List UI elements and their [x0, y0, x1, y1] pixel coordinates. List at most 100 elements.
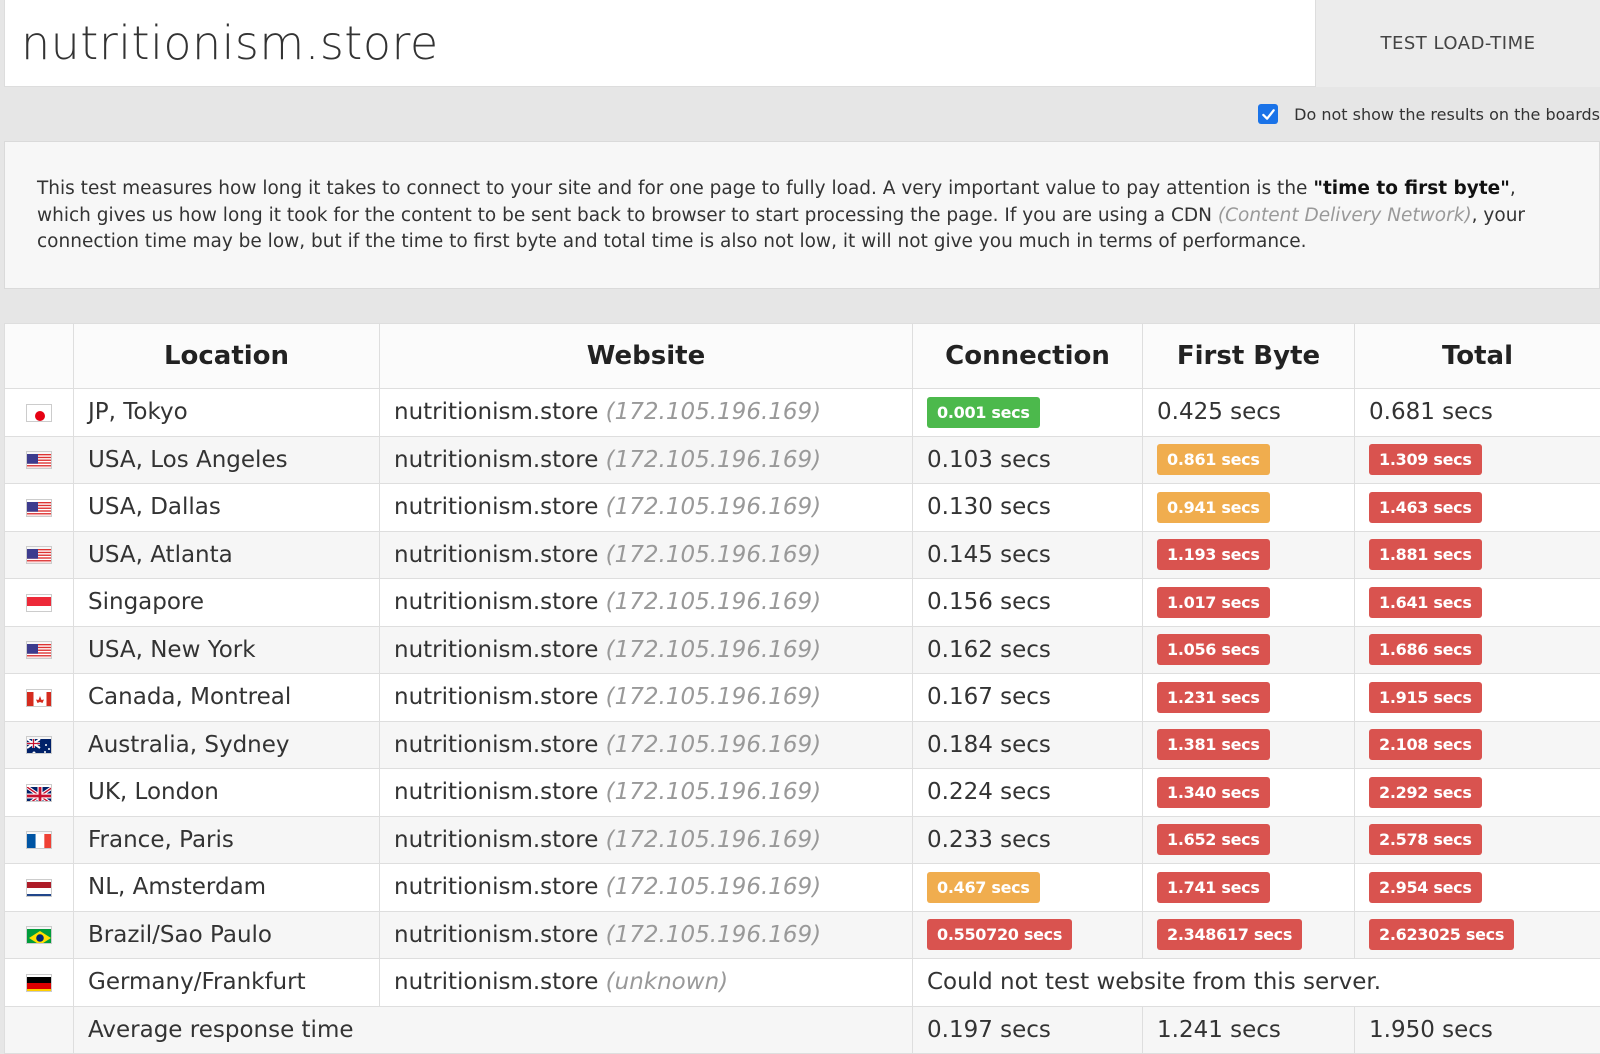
location-cell: France, Paris	[73, 815, 380, 864]
location-cell: Canada, Montreal	[73, 673, 380, 722]
location-cell: Singapore	[73, 578, 380, 627]
ca-flag-icon	[26, 688, 52, 707]
website-ip: (172.105.196.169)	[605, 494, 822, 521]
connection-value: 0.145 secs	[927, 541, 1051, 568]
location-cell: USA, Atlanta	[73, 530, 380, 579]
info-panel: This test measures how long it takes to …	[4, 141, 1600, 289]
first-byte-value: 1.017 secs	[1157, 586, 1270, 618]
first-byte-value: 1.231 secs	[1157, 681, 1270, 713]
total-value: 2.623025 secs	[1369, 919, 1515, 951]
table-row: USA, Dallas nutritionism.store (172.105.1…	[4, 483, 1600, 532]
total-cell: 0.681 secs	[1354, 388, 1600, 437]
connection-value: 0.167 secs	[927, 684, 1051, 711]
website-cell: nutritionism.store (172.105.196.169)	[379, 720, 913, 769]
first-byte-cell: 1.017 secs	[1142, 578, 1355, 627]
hide-results-label: Do not show the results on the boards	[1294, 104, 1600, 124]
uk-flag-icon	[26, 783, 52, 802]
location-cell: USA, Los Angeles	[73, 435, 380, 484]
website-cell: nutritionism.store (172.105.196.169)	[379, 910, 913, 959]
average-row: Average response time 0.197 secs 1.241 sec…	[4, 1005, 1600, 1054]
total-value: 1.309 secs	[1369, 444, 1482, 476]
first-byte-cell: 0.425 secs	[1142, 388, 1355, 437]
connection-cell: 0.145 secs	[912, 530, 1143, 579]
website-ip: (unknown)	[605, 969, 729, 996]
total-value: 0.681 secs	[1369, 399, 1493, 426]
connection-cell: 0.103 secs	[912, 435, 1143, 484]
website-domain: nutritionism.store	[394, 494, 599, 521]
website-header: Website	[379, 323, 913, 389]
total-cell: 1.881 secs	[1354, 530, 1600, 579]
first-byte-value: 1.193 secs	[1157, 539, 1270, 571]
connection-value: 0.130 secs	[927, 494, 1051, 521]
flag-cell	[4, 673, 74, 722]
website-domain: nutritionism.store	[394, 684, 599, 711]
average-total: 1.950 secs	[1354, 1005, 1600, 1054]
info-bold-term: "time to first byte"	[1313, 178, 1510, 199]
flag-cell	[4, 815, 74, 864]
website-domain: nutritionism.store	[394, 636, 599, 663]
table-row: USA, Atlanta nutritionism.store (172.105.…	[4, 530, 1600, 579]
website-domain: nutritionism.store	[394, 446, 599, 473]
de-flag-icon	[26, 973, 52, 992]
total-value: 1.915 secs	[1369, 681, 1482, 713]
br-flag-icon	[26, 926, 52, 945]
connection-value: 0.467 secs	[927, 871, 1040, 903]
first-byte-cell: 1.652 secs	[1142, 815, 1355, 864]
website-cell: nutritionism.store (172.105.196.169)	[379, 388, 913, 437]
connection-cell: 0.130 secs	[912, 483, 1143, 532]
website-cell: nutritionism.store (172.105.196.169)	[379, 625, 913, 674]
location-cell: USA, New York	[73, 625, 380, 674]
total-cell: 2.578 secs	[1354, 815, 1600, 864]
first-byte-cell: 2.348617 secs	[1142, 910, 1355, 959]
website-cell: nutritionism.store (172.105.196.169)	[379, 530, 913, 579]
website-cell: nutritionism.store (172.105.196.169)	[379, 863, 913, 912]
total-value: 1.881 secs	[1369, 539, 1482, 571]
jp-flag-icon	[26, 403, 52, 422]
total-value: 1.641 secs	[1369, 586, 1482, 618]
hide-results-option[interactable]: Do not show the results on the boards	[1258, 101, 1600, 127]
connection-value: 0.001 secs	[927, 396, 1040, 428]
table-row: NL, Amsterdam nutritionism.store (172.105…	[4, 863, 1600, 912]
table-header-row: Location Website Connection First Byte T…	[4, 323, 1600, 389]
total-value: 2.108 secs	[1369, 729, 1482, 761]
test-load-time-button[interactable]: TEST LOAD-TIME	[1316, 0, 1600, 87]
first-byte-cell: 0.941 secs	[1142, 483, 1355, 532]
url-input[interactable]	[4, 0, 1316, 87]
connection-cell: 0.156 secs	[912, 578, 1143, 627]
table-row: UK, London nutritionism.store (172.105.19…	[4, 768, 1600, 817]
flag-cell	[4, 530, 74, 579]
website-cell: nutritionism.store (172.105.196.169)	[379, 578, 913, 627]
website-ip: (172.105.196.169)	[605, 921, 822, 948]
flag-cell	[4, 958, 74, 1007]
first-byte-value: 0.861 secs	[1157, 444, 1270, 476]
flag-header	[4, 323, 74, 389]
average-label: Average response time	[73, 1005, 913, 1054]
connection-value: 0.103 secs	[927, 446, 1051, 473]
website-ip: (172.105.196.169)	[605, 731, 822, 758]
website-domain: nutritionism.store	[394, 589, 599, 616]
website-domain: nutritionism.store	[394, 874, 599, 901]
hide-results-checkbox[interactable]	[1258, 104, 1279, 124]
first-byte-value: 1.381 secs	[1157, 729, 1270, 761]
first-byte-value: 2.348617 secs	[1157, 919, 1303, 951]
first-byte-cell: 1.381 secs	[1142, 720, 1355, 769]
total-header: Total	[1354, 323, 1600, 389]
connection-cell: 0.001 secs	[912, 388, 1143, 437]
info-text-1: This test measures how long it takes to …	[37, 178, 1314, 199]
location-cell: Australia, Sydney	[73, 720, 380, 769]
location-cell: NL, Amsterdam	[73, 863, 380, 912]
us-flag-icon	[26, 451, 52, 470]
connection-value: 0.233 secs	[927, 826, 1051, 853]
first-byte-cell: 1.056 secs	[1142, 625, 1355, 674]
website-domain: nutritionism.store	[394, 541, 599, 568]
connection-cell: 0.167 secs	[912, 673, 1143, 722]
flag-cell	[4, 1005, 74, 1054]
table-row: Brazil/Sao Paulo nutritionism.store (172.…	[4, 910, 1600, 959]
fr-flag-icon	[26, 831, 52, 850]
first-byte-value: 1.741 secs	[1157, 871, 1270, 903]
website-domain: nutritionism.store	[394, 826, 599, 853]
website-cell: nutritionism.store (172.105.196.169)	[379, 673, 913, 722]
table-row: Singapore nutritionism.store (172.105.196…	[4, 578, 1600, 627]
total-cell: 2.292 secs	[1354, 768, 1600, 817]
total-cell: 1.463 secs	[1354, 483, 1600, 532]
